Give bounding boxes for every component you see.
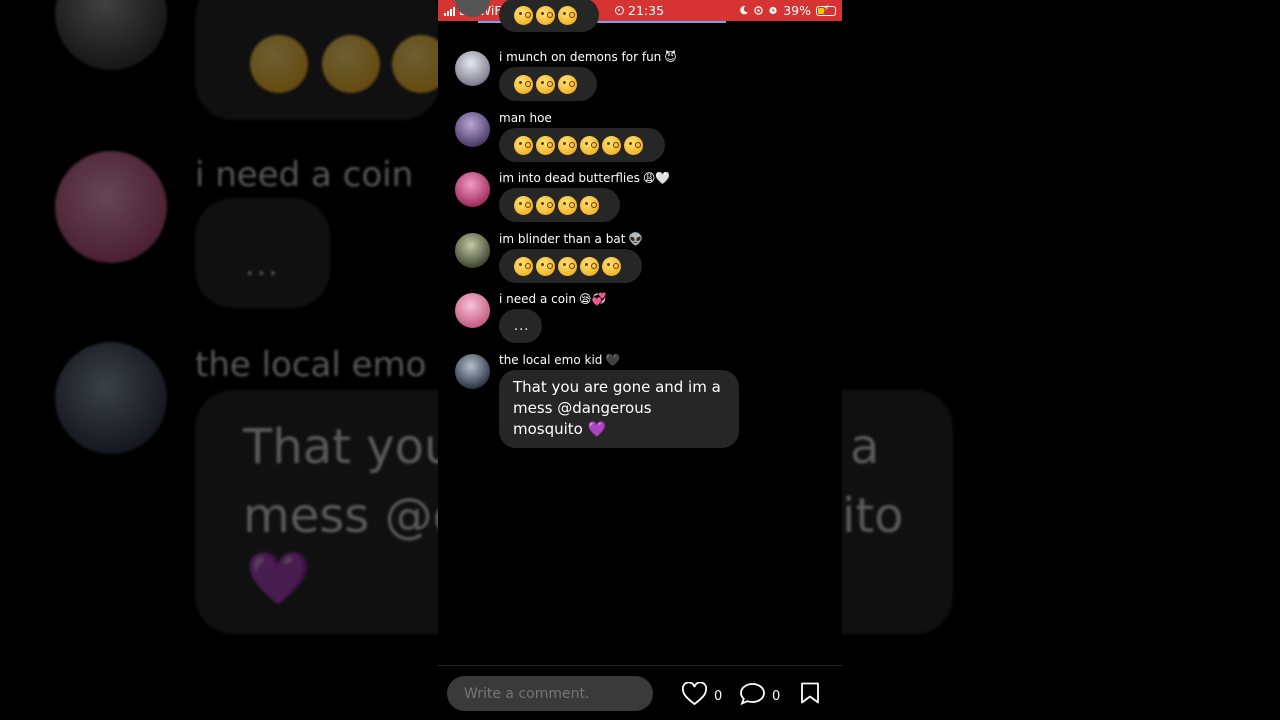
bg-big-right-a: a	[850, 419, 880, 475]
bg-avatar-1	[55, 0, 167, 70]
like-count: 0	[714, 688, 723, 704]
face-with-monocle-emoji	[536, 135, 555, 155]
comment-username[interactable]: im into dead butterflies 😩🤍	[499, 171, 670, 185]
face-with-monocle-emoji	[536, 5, 555, 25]
moon-icon	[739, 3, 749, 18]
bg-avatar-3	[55, 342, 167, 454]
alarm-icon	[768, 3, 778, 18]
face-with-monocle-emoji	[602, 135, 621, 155]
avatar[interactable]	[455, 354, 490, 389]
reply-button[interactable]: 0	[739, 682, 780, 710]
clock: 21:35	[628, 3, 665, 18]
signal-icon	[444, 6, 455, 16]
face-with-monocle-emoji	[514, 5, 533, 25]
face-with-monocle-emoji	[558, 135, 577, 155]
face-with-monocle-emoji	[558, 195, 577, 215]
comment-username[interactable]: i need a coin 😪💞	[499, 292, 606, 306]
screen-record-icon	[615, 6, 624, 15]
location-icon	[754, 3, 763, 18]
bg-emoji-2	[322, 35, 380, 93]
face-with-monocle-emoji	[536, 256, 555, 276]
comment-username[interactable]: i munch on demons for fun 😈	[499, 50, 677, 64]
bg-emoji-1	[250, 35, 308, 93]
comment-username[interactable]: man hoe	[499, 111, 552, 125]
bg-text-need-coin: i need a coin	[195, 155, 414, 195]
avatar[interactable]	[455, 293, 490, 328]
face-with-monocle-emoji	[558, 5, 577, 25]
like-button[interactable]: 0	[681, 681, 723, 710]
heart-outline-icon	[681, 681, 708, 710]
bg-dots: ...	[245, 248, 280, 283]
avatar[interactable]	[455, 112, 490, 147]
face-with-monocle-emoji	[580, 135, 599, 155]
comment-text: That you are gone and im a mess @dangero…	[513, 378, 721, 438]
comment-bubble	[499, 249, 642, 283]
comment-bubble: That you are gone and im a mess @dangero…	[499, 370, 739, 448]
battery-icon: ⚡	[816, 4, 836, 16]
bookmark-icon	[800, 682, 820, 708]
face-with-monocle-emoji	[514, 256, 533, 276]
face-with-monocle-emoji	[580, 195, 599, 215]
comment-text: ...	[514, 318, 530, 334]
comment-composer-bar: 0 0	[438, 665, 842, 720]
comment-bubble	[499, 0, 599, 32]
face-with-monocle-emoji	[536, 74, 555, 94]
avatar[interactable]	[455, 51, 490, 86]
face-with-monocle-emoji	[514, 74, 533, 94]
phone-screen: EE WiFiCall 21:35 39% ⚡ i munch on demon…	[438, 0, 842, 720]
bg-big-line2: mess @d	[243, 488, 464, 544]
speech-bubble-icon	[739, 682, 766, 710]
bg-avatar-2	[55, 151, 167, 263]
face-with-monocle-emoji	[602, 256, 621, 276]
bg-purple-heart: 💜	[246, 549, 311, 609]
face-with-monocle-emoji	[536, 195, 555, 215]
comment-input[interactable]	[447, 676, 653, 711]
face-with-monocle-emoji	[558, 256, 577, 276]
comment-bubble: ...	[499, 309, 542, 343]
comment-bubble	[499, 188, 620, 222]
face-with-monocle-emoji	[514, 195, 533, 215]
reply-count: 0	[772, 688, 781, 704]
bg-big-line1: That you	[243, 419, 455, 475]
bg-text-emo: the local emo	[195, 345, 427, 385]
battery-percent: 39%	[783, 3, 811, 18]
face-with-monocle-emoji	[514, 135, 533, 155]
comment-bubble	[499, 128, 665, 162]
comment-username[interactable]: im blinder than a bat 👽	[499, 232, 643, 246]
avatar[interactable]	[455, 233, 490, 268]
face-with-monocle-emoji	[558, 74, 577, 94]
bookmark-button[interactable]	[800, 682, 820, 708]
bg-big-right-ito: ito	[842, 488, 904, 544]
comment-username[interactable]: the local emo kid 🖤	[499, 353, 620, 367]
comment-bubble	[499, 67, 597, 101]
face-with-monocle-emoji	[624, 135, 643, 155]
face-with-monocle-emoji	[580, 256, 599, 276]
avatar[interactable]	[455, 172, 490, 207]
